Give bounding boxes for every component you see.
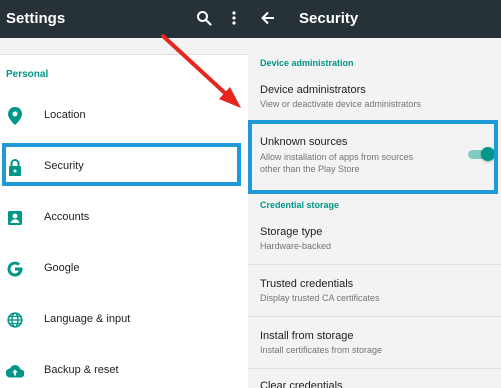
list-divider [248,316,501,317]
item-subtitle: View or deactivate device administrators [260,99,421,109]
install-from-storage-item[interactable]: Install from storage Install certificate… [248,322,501,366]
settings-item-label: Google [44,262,80,274]
list-divider [248,264,501,265]
item-subtitle: Hardware-backed [260,241,332,251]
back-arrow-icon[interactable] [256,6,280,30]
overflow-menu-icon[interactable] [222,6,246,30]
settings-item-accounts[interactable]: Accounts [0,193,248,244]
location-pin-icon [6,107,24,125]
settings-item-label: Location [44,109,86,121]
settings-item-google[interactable]: Google [0,244,248,295]
item-title: Install from storage [260,330,354,342]
settings-item-language[interactable]: Language & input [0,295,248,346]
settings-item-label: Language & input [44,313,131,325]
top-divider [0,38,248,55]
security-app-bar: Security [248,0,501,38]
security-title: Security [299,10,359,27]
item-title: Clear credentials [260,380,343,388]
settings-app-bar: Settings [0,0,248,38]
section-device-administration: Device administration [260,58,354,68]
item-title: Device administrators [260,84,366,96]
globe-icon [6,311,24,329]
storage-type-item[interactable]: Storage type Hardware-backed [248,218,501,262]
settings-item-backup[interactable]: Backup & reset [0,346,248,388]
settings-title: Settings [6,10,66,27]
cloud-upload-icon [6,362,24,380]
clear-credentials-item[interactable]: Clear credentials [248,374,501,388]
security-highlight-box [2,143,241,186]
settings-item-label: Backup & reset [44,364,119,376]
settings-item-location[interactable]: Location [0,91,248,142]
unknown-sources-highlight-box [248,120,498,194]
item-title: Trusted credentials [260,278,354,290]
item-subtitle: Display trusted CA certificates [260,293,380,303]
security-screen: Security Device administration Device ad… [248,0,501,388]
item-subtitle: Install certificates from storage [260,345,383,355]
google-icon [6,260,24,278]
device-administrators-item[interactable]: Device administrators View or deactivate… [248,78,501,120]
settings-screen: Settings Personal Location Security Acco… [0,0,248,388]
item-title: Storage type [260,226,323,238]
search-icon[interactable] [192,6,216,30]
section-personal: Personal [6,69,49,80]
section-credential-storage: Credential storage [260,200,340,210]
list-divider [248,368,501,369]
account-icon [6,209,24,227]
trusted-credentials-item[interactable]: Trusted credentials Display trusted CA c… [248,270,501,314]
settings-item-label: Accounts [44,211,90,223]
